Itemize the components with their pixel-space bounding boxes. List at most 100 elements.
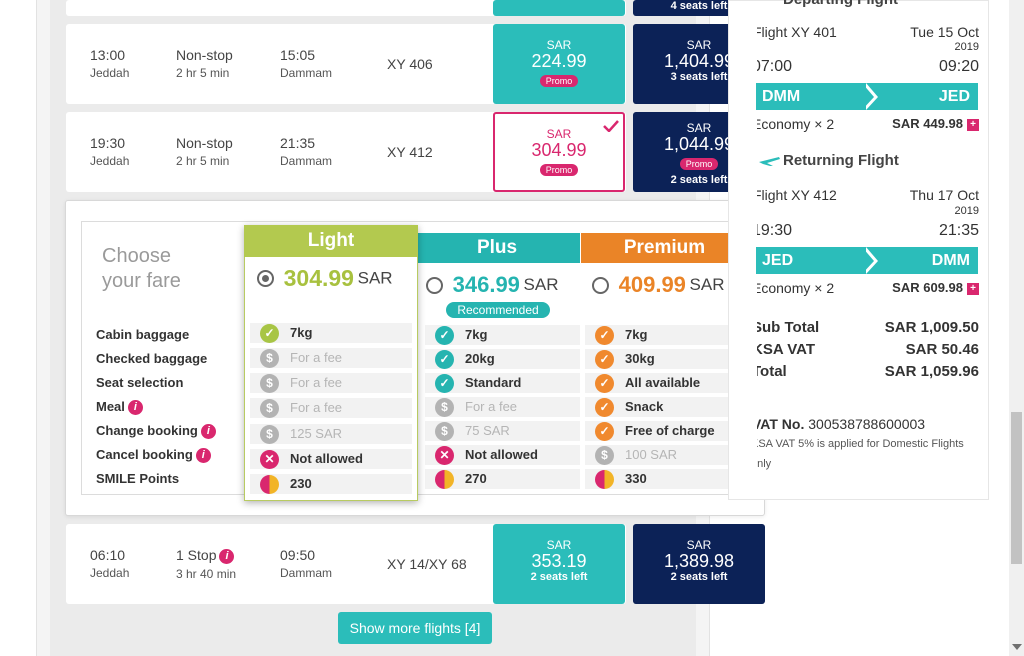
fare-box-partial-economy[interactable] [493, 0, 625, 16]
feature-label-seat-selection: Seat selection [96, 375, 184, 390]
show-more-flights-button[interactable]: Show more flights [4] [338, 612, 492, 644]
feature-value: 7kg [290, 325, 313, 340]
light-fare-option[interactable]: 304.99 SAR [257, 265, 393, 292]
plus-smile-points: 270 [425, 469, 580, 489]
plus-price: 346.99 [452, 272, 520, 297]
light-checked-baggage: $ For a fee [250, 348, 412, 368]
feature-value: For a fee [465, 399, 518, 414]
info-icon[interactable]: i [200, 424, 216, 439]
arrival-time: 09:50 [280, 547, 316, 563]
feature-value: 75 SAR [465, 423, 510, 438]
fare-amount: 353.19 [531, 551, 587, 571]
vat-label: KSA VAT [757, 341, 816, 358]
premium-change-booking: ✓ Free of charge [585, 421, 745, 441]
light-cabin-baggage: ✓ 7kg [250, 323, 412, 343]
departing-price-value: SAR 449.98 [892, 116, 963, 131]
arrival-info: 09:50 Dammam [280, 547, 332, 580]
dollar-icon: $ [260, 399, 279, 418]
expand-icon[interactable]: + [967, 283, 979, 295]
light-seat-selection: $ For a fee [250, 373, 412, 393]
dollar-icon: $ [435, 422, 454, 441]
feature-value: 230 [290, 476, 312, 491]
plus-cancel-booking: ✕ Not allowed [425, 445, 580, 465]
plus-fare-option[interactable]: 346.99 SAR [426, 272, 559, 298]
feature-value: 100 SAR [625, 447, 678, 462]
plus-currency: SAR [523, 275, 559, 294]
returning-date: Thu 17 Oct [909, 187, 979, 203]
departing-route-bar: DMM JED [756, 83, 978, 110]
departure-info: 13:00 Jeddah [90, 47, 129, 80]
route-origin: JED [762, 252, 794, 269]
scroll-down-arrow-icon[interactable] [1012, 644, 1022, 650]
business-fare-button[interactable]: SAR 1,389.98 2 seats left [633, 524, 765, 604]
feature-value: 330 [625, 471, 647, 486]
plus-radio[interactable] [426, 276, 443, 294]
route-destination: DMM [931, 252, 970, 269]
light-radio-selected[interactable] [257, 270, 274, 287]
departure-time: 19:30 [90, 135, 126, 151]
vat-note-cont: only [757, 458, 772, 470]
dollar-icon: $ [435, 398, 454, 417]
premium-radio[interactable] [592, 276, 609, 294]
departing-price: SAR 449.98 + [892, 116, 979, 131]
promo-badge: Promo [539, 164, 579, 176]
info-icon[interactable]: i [195, 448, 211, 463]
returning-flight-title: Returning Flight [783, 152, 899, 169]
expand-icon[interactable]: + [967, 119, 979, 131]
feature-value: 30kg [625, 351, 655, 366]
cross-icon: ✕ [260, 450, 279, 469]
flight-number: XY 14/XY 68 [387, 556, 467, 572]
feature-label-checked-baggage: Checked baggage [96, 351, 208, 366]
seats-left: 2 seats left [670, 571, 728, 583]
feature-label-text: Cancel booking [96, 447, 193, 462]
economy-fare-button[interactable]: SAR 353.19 2 seats left [493, 524, 625, 604]
departure-info: 19:30 Jeddah [90, 135, 129, 168]
arrival-info: 21:35 Dammam [280, 135, 332, 168]
check-icon: ✓ [595, 374, 614, 393]
duration: 2 hr 5 min [176, 154, 230, 168]
feature-value: For a fee [290, 375, 343, 390]
feature-label-change-booking: Change booking i [96, 423, 216, 439]
cross-icon: ✕ [435, 446, 454, 465]
feature-label-cabin-baggage: Cabin baggage [96, 327, 190, 342]
returning-arrival-time: 21:35 [938, 222, 979, 239]
premium-fare-option[interactable]: 409.99 SAR [592, 272, 725, 298]
arrival-info: 15:05 Dammam [280, 47, 332, 80]
dollar-icon: $ [260, 349, 279, 368]
feature-value: Not allowed [465, 447, 538, 462]
plus-fare-header[interactable]: Plus [414, 233, 580, 263]
premium-cabin-baggage: ✓ 7kg [585, 325, 745, 345]
stops: Non-stop [176, 135, 233, 151]
stops-info: 1 Stop i 3 hr 40 min [176, 547, 236, 581]
subtotal-label: Sub Total [757, 319, 820, 336]
premium-fare-header[interactable]: Premium [581, 233, 748, 263]
departing-flight-title: Departing Flight [783, 0, 898, 8]
economy-fare-button-selected[interactable]: SAR 304.99 Promo [493, 112, 625, 192]
duration: 3 hr 40 min [176, 567, 237, 581]
returning-year: 2019 [954, 205, 979, 217]
departing-time: 07:00 [757, 58, 793, 75]
dollar-icon: $ [260, 374, 279, 393]
promo-badge: Promo [679, 158, 719, 170]
scrollbar-thumb[interactable] [1011, 412, 1022, 564]
check-icon: ✓ [595, 398, 614, 417]
premium-seat-selection: ✓ All available [585, 373, 745, 393]
premium-cancel-booking: $100 SAR [585, 445, 745, 465]
info-icon[interactable]: i [219, 549, 235, 564]
choose-fare-line2: your fare [102, 270, 181, 292]
vat-note: KSA VAT 5% is applied for Domestic Fligh… [757, 438, 964, 450]
light-fare-header[interactable]: Light [244, 225, 418, 257]
route-arrow-inner [862, 247, 874, 274]
fare-currency: SAR [686, 538, 712, 552]
premium-price: 409.99 [618, 272, 686, 297]
vat-number-value: 300538788600003 [808, 416, 926, 432]
feature-value: 7kg [465, 327, 488, 342]
info-icon[interactable]: i [127, 400, 143, 415]
fare-amount: 224.99 [531, 51, 587, 71]
feature-value: 270 [465, 471, 487, 486]
feature-value: All available [625, 375, 701, 390]
feature-value: Not allowed [290, 451, 363, 466]
arrival-city: Dammam [280, 66, 333, 80]
departure-info: 06:10 Jeddah [90, 547, 129, 580]
economy-fare-button[interactable]: SAR 224.99 Promo [493, 24, 625, 104]
